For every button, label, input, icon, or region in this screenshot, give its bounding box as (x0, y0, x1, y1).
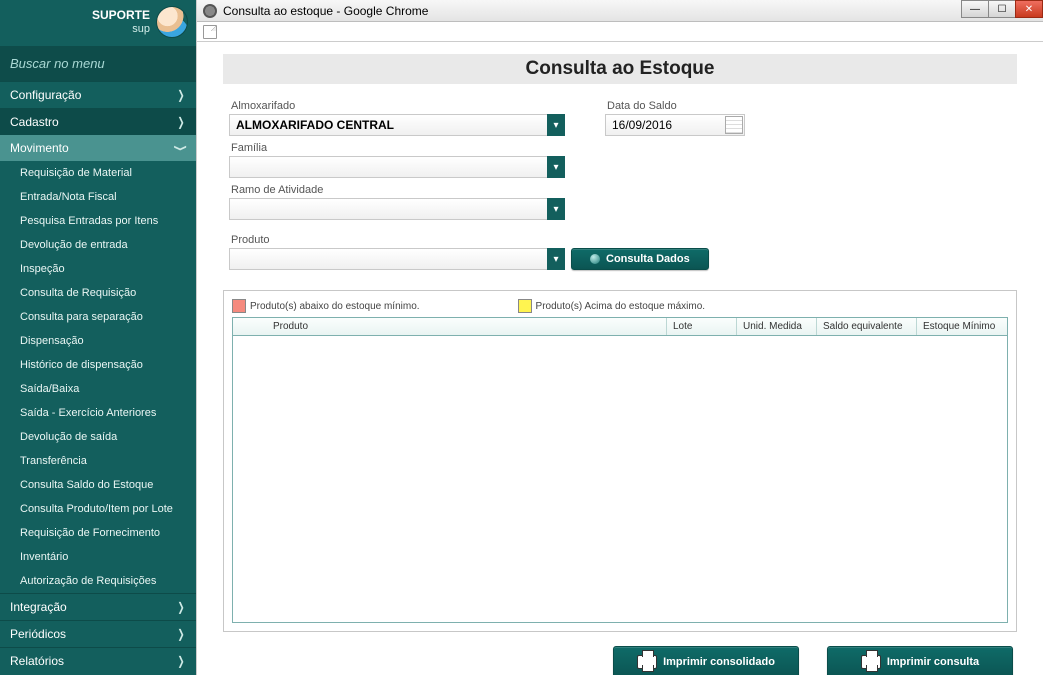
button-label: Consulta Dados (606, 253, 690, 265)
col-saldo[interactable]: Saldo equivalente (817, 318, 917, 335)
submenu-item[interactable]: Histórico de dispensação (0, 353, 196, 377)
date-input[interactable] (605, 114, 745, 136)
chevron-down-icon: ❯ (174, 144, 188, 151)
chevron-right-icon: ❯ (177, 115, 184, 129)
label-familia: Família (231, 142, 1017, 154)
search-dot-icon (590, 254, 600, 264)
submenu-item[interactable]: Dispensação (0, 329, 196, 353)
button-label: Imprimir consulta (887, 656, 979, 668)
legend-min: Produto(s) abaixo do estoque mínimo. (250, 301, 420, 312)
col-unid[interactable]: Unid. Medida (737, 318, 817, 335)
chrome-window: Consulta ao estoque - Google Chrome — ☐ … (196, 0, 1043, 675)
produto-input[interactable] (229, 248, 565, 270)
submenu-item[interactable]: Consulta Saldo do Estoque (0, 473, 196, 497)
imprimir-consulta-button[interactable]: Imprimir consulta (827, 646, 1013, 675)
menu-label: Periódicos (10, 627, 66, 641)
close-button[interactable]: ✕ (1015, 0, 1043, 18)
page-title: Consulta ao Estoque (223, 54, 1017, 84)
menu-search[interactable] (0, 46, 196, 81)
user-block: SUPORTE sup (0, 0, 196, 46)
submenu-item[interactable]: Entrada/Nota Fiscal (0, 185, 196, 209)
menu-cadastro[interactable]: Cadastro ❯ (0, 108, 196, 135)
menu-label: Relatórios (10, 654, 64, 668)
swatch-min-icon (232, 299, 246, 313)
grid-header: Produto Lote Unid. Medida Saldo equivale… (232, 317, 1008, 336)
submenu-item[interactable]: Devolução de saída (0, 425, 196, 449)
label-ramo: Ramo de Atividade (231, 184, 1017, 196)
dropdown-icon[interactable]: ▾ (547, 156, 565, 178)
imprimir-consolidado-button[interactable]: Imprimir consolidado (613, 646, 799, 675)
printer-icon (637, 655, 657, 669)
favicon-icon (203, 4, 217, 18)
select-almoxarifado[interactable]: ▾ (229, 114, 565, 136)
page-body: Consulta ao Estoque Almoxarifado ▾ Data … (197, 42, 1043, 675)
avatar[interactable] (156, 6, 188, 38)
swatch-max-icon (518, 299, 532, 313)
menu-label: Configuração (10, 88, 81, 102)
button-label: Imprimir consolidado (663, 656, 775, 668)
menu-label: Movimento (10, 141, 69, 155)
dropdown-icon[interactable]: ▾ (547, 114, 565, 136)
user-role: sup (92, 22, 150, 36)
menu-periodicos[interactable]: Periódicos ❯ (0, 620, 196, 647)
label-data-saldo: Data do Saldo (607, 100, 745, 112)
col-lote[interactable]: Lote (667, 318, 737, 335)
dropdown-icon[interactable]: ▾ (547, 198, 565, 220)
select-familia[interactable]: ▾ (229, 156, 565, 178)
document-icon (203, 25, 217, 39)
menu-configuracao[interactable]: Configuração ❯ (0, 81, 196, 108)
printer-icon (861, 655, 881, 669)
legend-max: Produto(s) Acima do estoque máximo. (536, 301, 706, 312)
menu-integracao[interactable]: Integração ❯ (0, 593, 196, 620)
submenu-item[interactable]: Transferência (0, 449, 196, 473)
window-title: Consulta ao estoque - Google Chrome (223, 4, 428, 18)
menu-relatorios[interactable]: Relatórios ❯ (0, 647, 196, 674)
col-min[interactable]: Estoque Mínimo (917, 318, 1007, 335)
submenu-item[interactable]: Autorização de Requisições (0, 569, 196, 593)
minimize-button[interactable]: — (961, 0, 989, 18)
familia-input[interactable] (229, 156, 565, 178)
document-tab[interactable] (197, 22, 1043, 42)
chevron-right-icon: ❯ (177, 88, 184, 102)
select-ramo[interactable]: ▾ (229, 198, 565, 220)
submenu-item[interactable]: Devolução de entrada (0, 233, 196, 257)
submenu-item[interactable]: Inventário (0, 545, 196, 569)
submenu-movimento: Requisição de Material Entrada/Nota Fisc… (0, 161, 196, 593)
window-titlebar[interactable]: Consulta ao estoque - Google Chrome — ☐ … (197, 0, 1043, 22)
results-panel: Produto(s) abaixo do estoque mínimo. Pro… (223, 290, 1017, 632)
submenu-item[interactable]: Consulta para separação (0, 305, 196, 329)
calendar-icon[interactable] (725, 116, 743, 134)
submenu-item[interactable]: Saída/Baixa (0, 377, 196, 401)
label-almoxarifado: Almoxarifado (231, 100, 565, 112)
user-name: SUPORTE (92, 8, 150, 22)
chevron-right-icon: ❯ (177, 600, 184, 614)
label-produto: Produto (231, 234, 1017, 246)
almoxarifado-input[interactable] (229, 114, 565, 136)
chevron-right-icon: ❯ (177, 654, 184, 668)
sidebar: SUPORTE sup Configuração ❯ Cadastro ❯ Mo… (0, 0, 196, 675)
date-saldo[interactable] (605, 114, 745, 136)
legend: Produto(s) abaixo do estoque mínimo. Pro… (232, 299, 1008, 313)
maximize-button[interactable]: ☐ (988, 0, 1016, 18)
submenu-item[interactable]: Consulta de Requisição (0, 281, 196, 305)
submenu-item[interactable]: Pesquisa Entradas por Itens (0, 209, 196, 233)
consulta-dados-button[interactable]: Consulta Dados (571, 248, 709, 270)
submenu-item[interactable]: Inspeção (0, 257, 196, 281)
grid-body[interactable] (232, 336, 1008, 623)
submenu-item[interactable]: Requisição de Fornecimento (0, 521, 196, 545)
submenu-item[interactable]: Requisição de Material (0, 161, 196, 185)
submenu-item[interactable]: Saída - Exercício Anteriores (0, 401, 196, 425)
col-produto[interactable]: Produto (233, 318, 667, 335)
menu-movimento[interactable]: Movimento ❯ (0, 135, 196, 161)
dropdown-icon[interactable]: ▾ (547, 248, 565, 270)
select-produto[interactable]: ▾ (229, 248, 565, 270)
menu-label: Cadastro (10, 115, 59, 129)
menu-label: Integração (10, 600, 67, 614)
submenu-item[interactable]: Consulta Produto/Item por Lote (0, 497, 196, 521)
chevron-right-icon: ❯ (177, 627, 184, 641)
menu-search-input[interactable] (10, 56, 186, 71)
ramo-input[interactable] (229, 198, 565, 220)
